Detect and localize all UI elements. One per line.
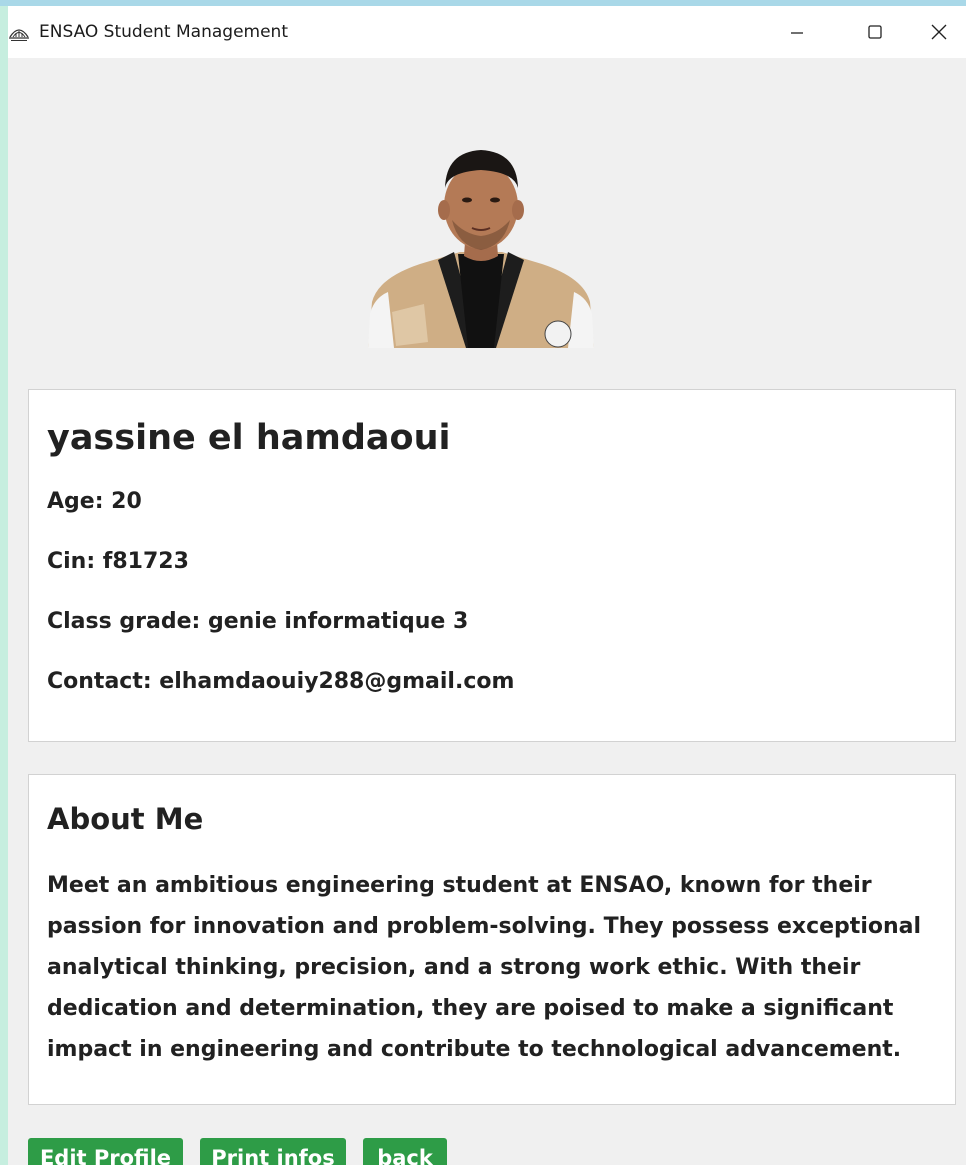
age-text: Age: 20: [47, 489, 142, 514]
window-title: ENSAO Student Management: [39, 22, 288, 42]
cin-text: Cin: f81723: [47, 549, 189, 574]
edit-profile-button[interactable]: Edit Profile: [28, 1138, 183, 1165]
contact-text: Contact: elhamdaouiy288@gmail.com: [47, 669, 515, 694]
class-grade-text: Class grade: genie informatique 3: [47, 609, 469, 634]
about-heading: About Me: [47, 802, 204, 836]
about-card: About Me Meet an ambitious engineering s…: [28, 774, 956, 1105]
close-button[interactable]: [912, 6, 966, 58]
maximize-button[interactable]: [840, 6, 910, 58]
title-bar[interactable]: ENSAO Student Management: [8, 6, 966, 58]
back-button[interactable]: back: [363, 1138, 447, 1165]
ensao-logo-icon: [8, 25, 30, 43]
print-infos-button[interactable]: Print infos: [200, 1138, 346, 1165]
maximize-icon: [867, 24, 883, 40]
app-window: ENSAO Student Management yassine el hamd…: [8, 6, 966, 1165]
profile-card: yassine el hamdaoui Age: 20 Cin: f81723 …: [28, 389, 956, 742]
student-name: yassine el hamdaoui: [47, 418, 451, 458]
minimize-button[interactable]: [762, 6, 832, 58]
minimize-icon: [790, 25, 804, 39]
student-photo: [368, 142, 594, 348]
about-text: Meet an ambitious engineering student at…: [47, 873, 922, 1062]
close-icon: [931, 24, 947, 40]
